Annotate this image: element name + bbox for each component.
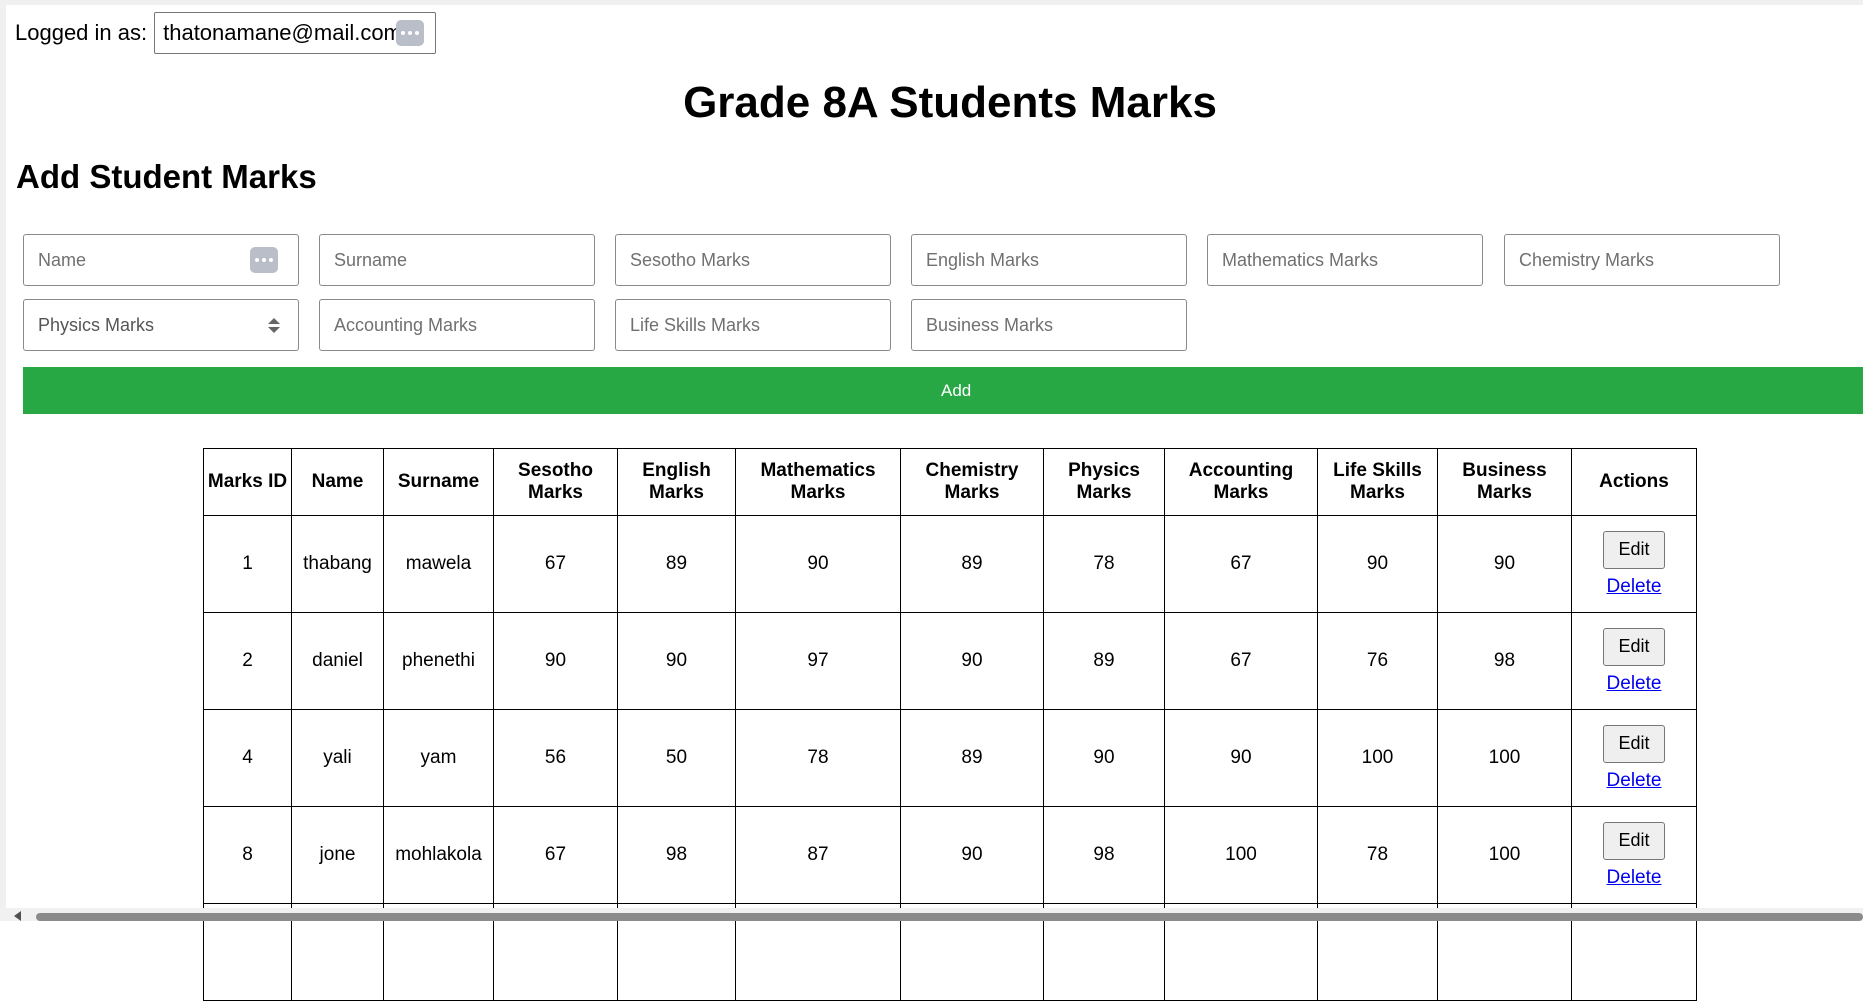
login-label: Logged in as: (15, 20, 148, 45)
cell-business: 100 (1437, 806, 1572, 904)
cell-sesotho: 56 (493, 709, 618, 807)
table-row: 1 thabang mawela 67 89 90 89 78 67 90 90… (203, 515, 1697, 613)
updown-arrows-icon[interactable] (268, 317, 280, 333)
login-email-field[interactable]: thatonamane@mail.com (154, 12, 437, 54)
page-left-edge (0, 0, 6, 921)
accounting-marks-input[interactable] (319, 299, 595, 351)
delete-link[interactable]: Delete (1607, 770, 1662, 792)
add-button[interactable]: Add (23, 367, 1863, 414)
cell-mathematics: 87 (735, 806, 901, 904)
cell-mathematics: 90 (735, 515, 901, 613)
cell-english: 50 (617, 709, 736, 807)
physics-marks-placeholder: Physics Marks (38, 314, 155, 335)
cell-business: 100 (1437, 709, 1572, 807)
table-row: 2 daniel phenethi 90 90 97 90 89 67 76 9… (203, 612, 1697, 710)
cell-chemistry: 89 (900, 709, 1044, 807)
cell-chemistry: 90 (900, 612, 1044, 710)
cell-accounting: 90 (1164, 709, 1318, 807)
cell-sesotho: 67 (493, 515, 618, 613)
cell-chemistry: 89 (900, 515, 1044, 613)
header-english: English Marks (617, 448, 736, 516)
cell-physics: 98 (1043, 806, 1165, 904)
cell-actions: Edit Delete (1571, 612, 1697, 710)
cell-actions: Edit Delete (1571, 806, 1697, 904)
physics-marks-input[interactable]: Physics Marks (23, 299, 299, 351)
cell-actions: Edit Delete (1571, 709, 1697, 807)
cell-marks-id: 4 (203, 709, 292, 807)
scroll-left-arrow-icon[interactable] (14, 911, 21, 921)
edit-button[interactable]: Edit (1603, 724, 1665, 763)
header-accounting: Accounting Marks (1164, 448, 1318, 516)
cell-life-skills: 90 (1317, 515, 1438, 613)
cell-surname: yam (383, 709, 494, 807)
cell-mathematics: 78 (735, 709, 901, 807)
chemistry-marks-input[interactable] (1504, 234, 1780, 286)
cell-physics: 90 (1043, 709, 1165, 807)
cell-physics: 78 (1043, 515, 1165, 613)
page-top-edge (0, 0, 1863, 5)
cell-actions: Edit Delete (1571, 515, 1697, 613)
page-title: Grade 8A Students Marks (683, 78, 1217, 127)
surname-input[interactable] (319, 234, 595, 286)
cell-sesotho: 90 (493, 612, 618, 710)
delete-link[interactable]: Delete (1607, 673, 1662, 695)
mathematics-marks-input[interactable] (1207, 234, 1483, 286)
header-life-skills: Life Skills Marks (1317, 448, 1438, 516)
scrollbar-thumb[interactable] (36, 913, 1863, 921)
cell-sesotho: 67 (493, 806, 618, 904)
header-mathematics: Mathematics Marks (735, 448, 901, 516)
table-row: 4 yali yam 56 50 78 89 90 90 100 100 Edi… (203, 709, 1697, 807)
login-bar: Logged in as: thatonamane@mail.com (15, 11, 437, 55)
cell-name: jone (291, 806, 384, 904)
cell-life-skills: 100 (1317, 709, 1438, 807)
cell-english: 89 (617, 515, 736, 613)
password-manager-icon[interactable] (396, 20, 425, 46)
edit-button[interactable]: Edit (1603, 821, 1665, 860)
cell-mathematics: 97 (735, 612, 901, 710)
header-physics: Physics Marks (1043, 448, 1165, 516)
life-skills-marks-input[interactable] (615, 299, 891, 351)
sesotho-marks-input[interactable] (615, 234, 891, 286)
header-surname: Surname (383, 448, 494, 516)
header-chemistry: Chemistry Marks (900, 448, 1044, 516)
cell-surname: mawela (383, 515, 494, 613)
cell-accounting: 100 (1164, 806, 1318, 904)
cell-business: 98 (1437, 612, 1572, 710)
login-email-value: thatonamane@mail.com (163, 20, 402, 45)
cell-marks-id: 1 (203, 515, 292, 613)
business-marks-input[interactable] (911, 299, 1187, 351)
cell-name: thabang (291, 515, 384, 613)
header-sesotho: Sesotho Marks (493, 448, 618, 516)
cell-marks-id: 2 (203, 612, 292, 710)
header-actions: Actions (1571, 448, 1697, 516)
header-business: Business Marks (1437, 448, 1572, 516)
cell-name: daniel (291, 612, 384, 710)
cell-accounting: 67 (1164, 612, 1318, 710)
cell-english: 98 (617, 806, 736, 904)
edit-button[interactable]: Edit (1603, 530, 1665, 569)
delete-link[interactable]: Delete (1607, 867, 1662, 889)
cell-business: 90 (1437, 515, 1572, 613)
horizontal-scrollbar[interactable] (0, 908, 1863, 921)
cell-surname: phenethi (383, 612, 494, 710)
cell-life-skills: 76 (1317, 612, 1438, 710)
cell-marks-id: 8 (203, 806, 292, 904)
add-marks-heading: Add Student Marks (16, 158, 317, 195)
cell-physics: 89 (1043, 612, 1165, 710)
edit-button[interactable]: Edit (1603, 627, 1665, 666)
english-marks-input[interactable] (911, 234, 1187, 286)
header-name: Name (291, 448, 384, 516)
cell-english: 90 (617, 612, 736, 710)
cell-life-skills: 78 (1317, 806, 1438, 904)
delete-link[interactable]: Delete (1607, 576, 1662, 598)
table-header-row: Marks ID Name Surname Sesotho Marks Engl… (203, 448, 1697, 516)
cell-surname: mohlakola (383, 806, 494, 904)
cell-chemistry: 90 (900, 806, 1044, 904)
header-marks-id: Marks ID (203, 448, 292, 516)
password-manager-icon[interactable] (250, 247, 278, 273)
table-row: 8 jone mohlakola 67 98 87 90 98 100 78 1… (203, 806, 1697, 904)
cell-name: yali (291, 709, 384, 807)
cell-accounting: 67 (1164, 515, 1318, 613)
